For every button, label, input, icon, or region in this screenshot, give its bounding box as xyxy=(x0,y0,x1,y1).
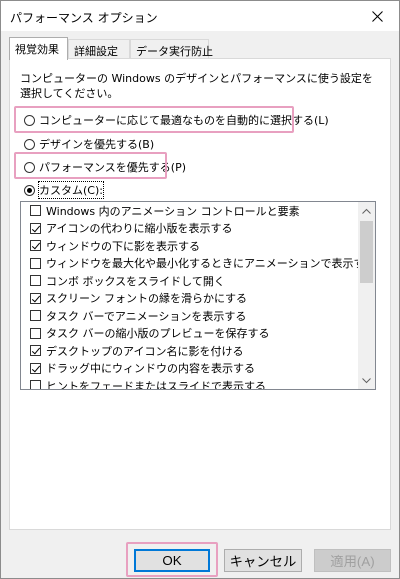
effect-checkbox[interactable] xyxy=(30,205,41,217)
effect-item[interactable]: Windows 内のアニメーション コントロールと要素 xyxy=(21,202,375,220)
effect-item[interactable]: ヒントをフェードまたはスライドで表示する xyxy=(21,377,375,390)
effect-label: コンボ ボックスをスライドして開く xyxy=(46,274,225,288)
effect-item[interactable]: タスク バーの縮小版のプレビューを保存する xyxy=(21,325,375,343)
effect-checkbox[interactable] xyxy=(30,362,41,374)
tab-data-execution-prevention[interactable]: データ実行防止 xyxy=(130,39,213,59)
effect-label: ヒントをフェードまたはスライドで表示する xyxy=(46,379,266,390)
effect-checkbox[interactable] xyxy=(30,380,41,389)
scroll-up-button[interactable] xyxy=(358,202,375,219)
effect-label: ドラッグ中にウィンドウの内容を表示する xyxy=(46,362,255,376)
effect-item[interactable]: デスクトップのアイコン名に影を付ける xyxy=(21,342,375,360)
effect-checkbox[interactable] xyxy=(30,257,41,269)
effect-item[interactable]: ウィンドウの下に影を表示する xyxy=(21,237,375,255)
close-button[interactable] xyxy=(355,1,399,31)
visual-effects-list[interactable]: Windows 内のアニメーション コントロールと要素 アイコンの代わりに縮小版を… xyxy=(20,201,376,390)
radio-label: パフォーマンスを優先する(P) xyxy=(39,161,186,174)
title-bar: パフォーマンス オプション xyxy=(1,1,399,31)
radio-best-appearance[interactable]: デザインを優先する(B) xyxy=(24,134,154,154)
effect-label: タスク バーでアニメーションを表示する xyxy=(46,309,247,323)
effect-label: Windows 内のアニメーション コントロールと要素 xyxy=(46,204,300,218)
effect-label: ウィンドウを最大化や最小化するときにアニメーションで表示する xyxy=(46,257,376,271)
effect-item[interactable]: ドラッグ中にウィンドウの内容を表示する xyxy=(21,360,375,378)
tab-advanced[interactable]: 詳細設定 xyxy=(68,39,130,59)
scroll-down-button[interactable] xyxy=(358,372,375,389)
effect-checkbox[interactable] xyxy=(30,327,41,339)
effect-item[interactable]: スクリーン フォントの縁を滑らかにする xyxy=(21,290,375,308)
scroll-thumb[interactable] xyxy=(360,221,373,283)
effects-items: Windows 内のアニメーション コントロールと要素 アイコンの代わりに縮小版を… xyxy=(21,202,375,390)
effect-item[interactable]: アイコンの代わりに縮小版を表示する xyxy=(21,220,375,238)
radio-label: カスタム(C): xyxy=(38,181,104,199)
effect-checkbox[interactable] xyxy=(30,222,41,234)
effect-checkbox[interactable] xyxy=(30,310,41,322)
effect-item[interactable]: コンボ ボックスをスライドして開く xyxy=(21,272,375,290)
radio-auto[interactable]: コンピューターに応じて最適なものを自動的に選択する(L) xyxy=(24,110,329,130)
effect-checkbox[interactable] xyxy=(30,345,41,357)
effect-label: デスクトップのアイコン名に影を付ける xyxy=(46,344,244,358)
radio-button[interactable] xyxy=(24,138,35,150)
radio-button[interactable] xyxy=(24,161,35,173)
radio-button[interactable] xyxy=(24,114,35,126)
effect-label: タスク バーの縮小版のプレビューを保存する xyxy=(46,327,270,341)
radio-best-performance[interactable]: パフォーマンスを優先する(P) xyxy=(24,157,186,177)
effect-label: スクリーン フォントの縁を滑らかにする xyxy=(46,292,248,306)
chevron-up-icon xyxy=(362,208,371,214)
list-scrollbar[interactable] xyxy=(358,202,375,389)
effect-checkbox[interactable] xyxy=(30,240,41,252)
tab-visual-effects[interactable]: 視覚効果 xyxy=(9,37,68,60)
chevron-down-icon xyxy=(362,377,371,383)
effect-item[interactable]: ウィンドウを最大化や最小化するときにアニメーションで表示する xyxy=(21,255,375,273)
effect-item[interactable]: タスク バーでアニメーションを表示する xyxy=(21,307,375,325)
radio-button[interactable] xyxy=(24,184,35,196)
radio-label: デザインを優先する(B) xyxy=(39,138,155,151)
intro-text: コンピューターの Windows のデザインとパフォーマンスに使う設定を選択して… xyxy=(20,72,373,100)
cancel-button[interactable]: キャンセル xyxy=(224,549,302,572)
effect-label: ウィンドウの下に影を表示する xyxy=(46,239,200,253)
ok-button[interactable]: OK xyxy=(134,549,210,572)
effect-label: アイコンの代わりに縮小版を表示する xyxy=(46,222,233,236)
apply-button[interactable]: 適用(A) xyxy=(314,549,391,572)
effect-checkbox[interactable] xyxy=(30,292,41,304)
effect-checkbox[interactable] xyxy=(30,275,41,287)
close-icon xyxy=(371,10,383,22)
performance-options-window: パフォーマンス オプション 視覚効果 詳細設定 データ実行防止 コンピューターの… xyxy=(0,0,400,579)
radio-custom[interactable]: カスタム(C): xyxy=(24,180,104,200)
window-title: パフォーマンス オプション xyxy=(10,11,158,25)
radio-label: コンピューターに応じて最適なものを自動的に選択する(L) xyxy=(39,114,329,127)
